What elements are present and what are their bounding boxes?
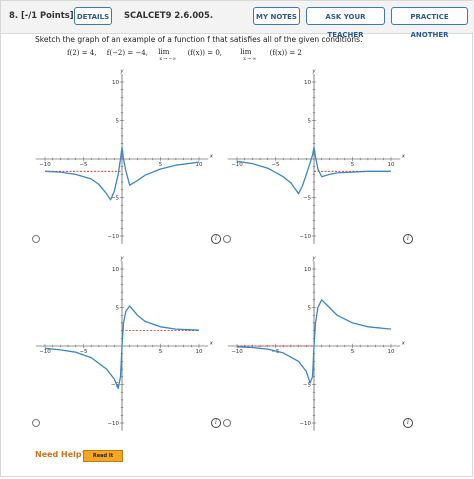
y-tick-label: −10 (107, 234, 119, 240)
option-3-radio[interactable] (32, 419, 40, 427)
x-axis-label: x (401, 154, 406, 160)
y-tick-label: −10 (299, 234, 311, 240)
x-axis-label: x (209, 341, 214, 347)
x-tick-label: 10 (388, 349, 395, 355)
y-tick-label: 5 (116, 306, 120, 312)
y-tick-label: −5 (303, 196, 312, 202)
x-axis-label: x (209, 154, 214, 160)
option-1-radio[interactable] (32, 235, 40, 243)
info-icon[interactable]: i (211, 418, 221, 428)
x-tick-label: 5 (351, 162, 355, 168)
y-tick-label: 10 (304, 80, 311, 86)
info-icon[interactable]: i (211, 234, 221, 244)
x-tick-label: 10 (196, 349, 203, 355)
y-axis-label: y (119, 255, 124, 261)
y-tick-label: 10 (112, 267, 119, 273)
x-tick-label: 10 (388, 162, 395, 168)
y-axis-label: y (311, 68, 316, 74)
x-tick-label: −10 (39, 162, 51, 168)
x-tick-label: 5 (159, 349, 163, 355)
need-help-label: Need Help? (35, 450, 87, 459)
y-tick-label: −10 (107, 421, 119, 427)
option-4-radio[interactable] (223, 419, 231, 427)
y-axis-label: y (311, 255, 316, 261)
y-axis-label: y (119, 68, 124, 74)
x-tick-label: 5 (351, 349, 355, 355)
y-tick-label: −10 (299, 421, 311, 427)
option-2-radio[interactable] (223, 235, 231, 243)
x-tick-label: −10 (231, 162, 243, 168)
y-tick-label: 5 (308, 119, 312, 125)
info-icon[interactable]: i (403, 418, 413, 428)
x-tick-label: −5 (271, 162, 280, 168)
info-icon[interactable]: i (403, 234, 413, 244)
y-tick-label: 10 (112, 80, 119, 86)
y-tick-label: 5 (116, 119, 120, 125)
x-tick-label: −10 (39, 349, 51, 355)
question-panel: 8. [-/1 Points] DETAILS SCALCET9 2.6.005… (0, 0, 474, 477)
read-it-button[interactable]: Read It (83, 450, 123, 462)
y-tick-label: 5 (308, 306, 312, 312)
y-tick-label: 10 (304, 267, 311, 273)
x-tick-label: −5 (79, 162, 88, 168)
x-axis-label: x (401, 341, 406, 347)
x-tick-label: −10 (231, 349, 243, 355)
x-tick-label: 5 (159, 162, 163, 168)
